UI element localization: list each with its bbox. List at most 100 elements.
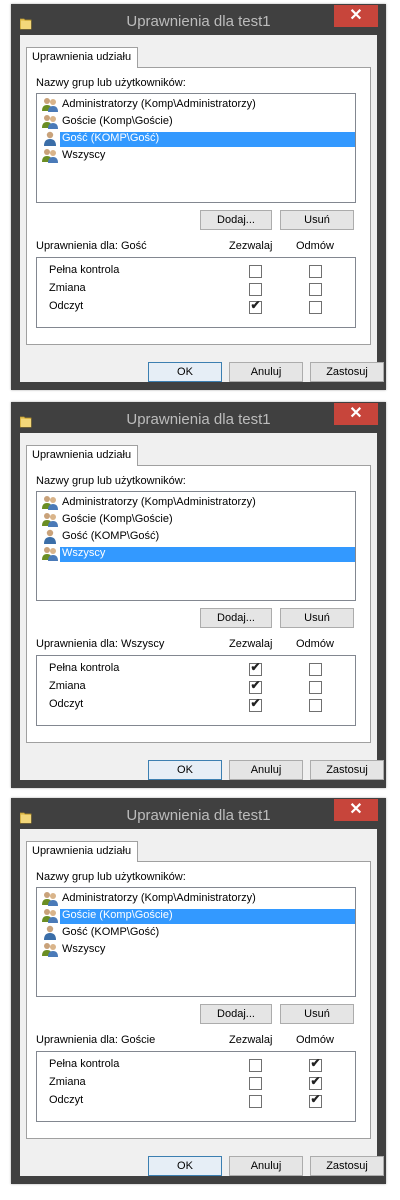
permission-name: Odczyt [49,1094,84,1106]
dialog-client: Uprawnienia udziału Nazwy grup lub użytk… [20,35,384,382]
tab-share-permissions[interactable]: Uprawnienia udziału [26,841,138,862]
checkmark-icon: ✔ [310,1074,321,1088]
permissions-dialog: Uprawnienia dla test1 ✕ Uprawnienia udzi… [11,402,386,788]
user-list-item[interactable]: Wszyscy [37,941,355,958]
window-title: Uprawnienia dla test1 [126,411,271,428]
close-button[interactable]: ✕ [334,5,378,27]
user-list-item[interactable]: Gość (KOMP\Gość) [37,130,355,147]
tab-share-permissions[interactable]: Uprawnienia udziału [26,47,138,68]
permission-name: Pełna kontrola [49,264,120,276]
user-list-item[interactable]: Goście (Komp\Goście) [37,113,355,130]
user-list-item-label: Gość (KOMP\Gość) [62,530,160,542]
user-list-item[interactable]: Gość (KOMP\Gość) [37,528,355,545]
add-button[interactable]: Dodaj... [200,608,272,628]
checkmark-icon: ✔ [250,696,261,710]
user-list-item-label: Administratorzy (Komp\Administratorzy) [62,892,256,904]
permission-name: Zmiana [49,680,86,692]
deny-checkbox[interactable] [309,663,322,676]
allow-checkbox[interactable] [249,265,262,278]
allow-header: Zezwalaj [229,240,273,252]
permission-name: Odczyt [49,698,84,710]
allow-checkbox[interactable] [249,1059,262,1072]
permissions-for-label: Uprawnienia dla: Gość [36,240,147,252]
permission-row: Odczyt ✔ [37,696,355,714]
close-icon: ✕ [349,405,363,422]
tab-share-permissions[interactable]: Uprawnienia udziału [26,445,138,466]
permission-name: Pełna kontrola [49,662,120,674]
user-list-item[interactable]: Administratorzy (Komp\Administratorzy) [37,890,355,907]
group-icon [42,495,58,510]
allow-checkbox[interactable]: ✔ [249,299,262,314]
permissions-list: Pełna kontrola ✔ Zmiana ✔ Odczyt ✔ [36,655,356,726]
allow-checkbox[interactable]: ✔ [249,678,262,694]
group-icon [42,97,58,112]
deny-checkbox[interactable]: ✔ [309,1057,322,1072]
user-list-item-label: Administratorzy (Komp\Administratorzy) [62,496,256,508]
group-icon [42,512,58,527]
user-icon [42,131,58,146]
remove-button[interactable]: Usuń [280,608,354,628]
remove-button[interactable]: Usuń [280,1004,354,1024]
remove-button[interactable]: Usuń [280,210,354,230]
permission-name: Zmiana [49,282,86,294]
ok-button[interactable]: OK [148,760,222,780]
permissions-list: Pełna kontrola ✔ Zmiana ✔ Odczyt ✔ [36,1051,356,1122]
users-listbox[interactable]: Administratorzy (Komp\Administratorzy) Go… [36,887,356,997]
add-button[interactable]: Dodaj... [200,210,272,230]
cancel-button[interactable]: Anuluj [229,1156,303,1176]
deny-checkbox[interactable] [309,283,322,296]
group-icon [42,546,58,561]
add-button[interactable]: Dodaj... [200,1004,272,1024]
user-list-item[interactable]: Goście (Komp\Goście) [37,907,355,924]
users-listbox[interactable]: Administratorzy (Komp\Administratorzy) Go… [36,93,356,203]
users-listbox[interactable]: Administratorzy (Komp\Administratorzy) Go… [36,491,356,601]
permission-row: Pełna kontrola ✔ [37,660,355,678]
deny-checkbox[interactable]: ✔ [309,1074,322,1090]
user-list-item-label: Administratorzy (Komp\Administratorzy) [62,98,256,110]
apply-button[interactable]: Zastosuj [310,362,384,382]
dialog-client: Uprawnienia udziału Nazwy grup lub użytk… [20,829,384,1176]
user-list-item-label: Goście (Komp\Goście) [60,909,355,924]
ok-button[interactable]: OK [148,362,222,382]
user-list-item[interactable]: Wszyscy [37,147,355,164]
tab-label: Uprawnienia udziału [32,449,132,461]
window-title: Uprawnienia dla test1 [126,13,271,30]
allow-checkbox[interactable] [249,1077,262,1090]
deny-checkbox[interactable] [309,699,322,712]
allow-checkbox[interactable]: ✔ [249,696,262,712]
allow-checkbox[interactable]: ✔ [249,661,262,676]
ok-button[interactable]: OK [148,1156,222,1176]
tab-label: Uprawnienia udziału [32,51,132,63]
user-list-item[interactable]: Wszyscy [37,545,355,562]
deny-checkbox[interactable] [309,681,322,694]
groups-label: Nazwy grup lub użytkowników: [36,475,186,487]
deny-checkbox[interactable]: ✔ [309,1093,322,1108]
user-list-item[interactable]: Goście (Komp\Goście) [37,511,355,528]
permissions-list: Pełna kontrola Zmiana Odczyt ✔ [36,257,356,328]
checkmark-icon: ✔ [250,678,261,692]
close-button[interactable]: ✕ [334,799,378,821]
apply-button[interactable]: Zastosuj [310,1156,384,1176]
close-button[interactable]: ✕ [334,403,378,425]
permission-row: Zmiana ✔ [37,1074,355,1092]
deny-checkbox[interactable] [309,301,322,314]
dialog-client: Uprawnienia udziału Nazwy grup lub użytk… [20,433,384,780]
allow-checkbox[interactable] [249,283,262,296]
deny-header: Odmów [296,638,334,650]
permission-name: Odczyt [49,300,84,312]
tab-panel: Nazwy grup lub użytkowników: Administrat… [26,861,371,1139]
allow-header: Zezwalaj [229,638,273,650]
group-icon [42,891,58,906]
user-list-item[interactable]: Administratorzy (Komp\Administratorzy) [37,494,355,511]
cancel-button[interactable]: Anuluj [229,760,303,780]
permission-row: Odczyt ✔ [37,298,355,316]
user-list-item[interactable]: Administratorzy (Komp\Administratorzy) [37,96,355,113]
apply-button[interactable]: Zastosuj [310,760,384,780]
group-icon [42,114,58,129]
user-list-item-label: Goście (Komp\Goście) [62,513,173,525]
groups-label: Nazwy grup lub użytkowników: [36,77,186,89]
deny-checkbox[interactable] [309,265,322,278]
cancel-button[interactable]: Anuluj [229,362,303,382]
allow-checkbox[interactable] [249,1095,262,1108]
user-list-item[interactable]: Gość (KOMP\Gość) [37,924,355,941]
